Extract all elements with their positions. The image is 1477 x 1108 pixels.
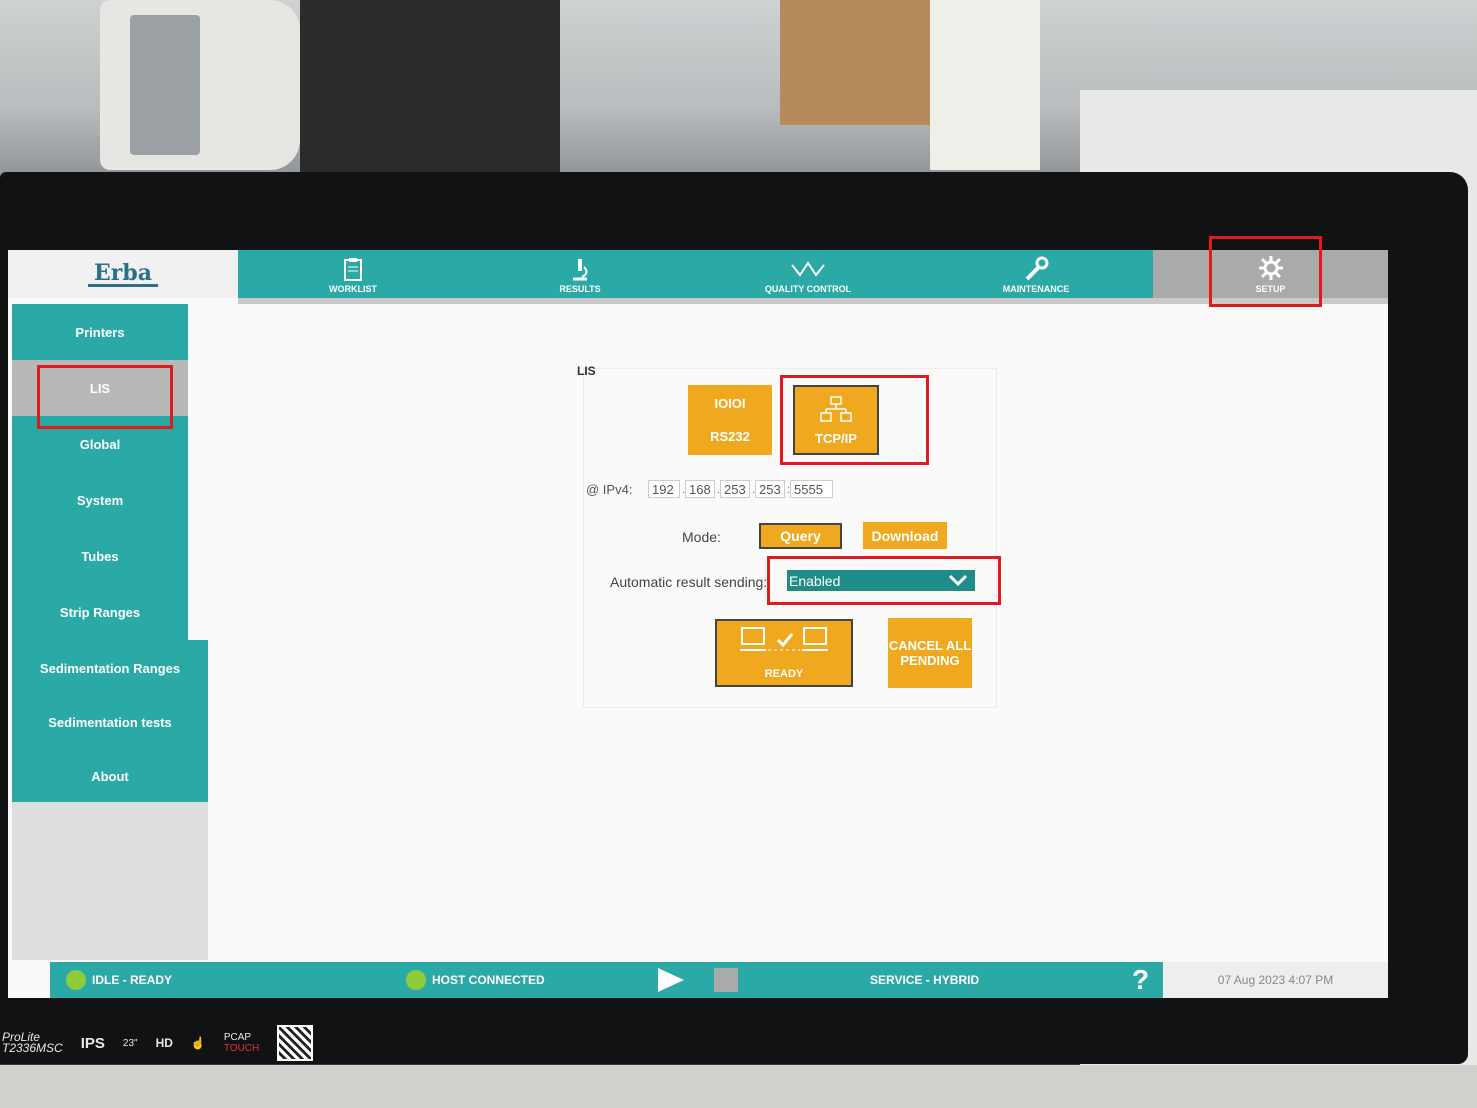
lis-title: LIS bbox=[577, 364, 596, 378]
auto-send-dropdown[interactable]: Enabled bbox=[787, 570, 975, 591]
tcp-ip-button[interactable]: TCP/IP bbox=[793, 385, 879, 455]
sidebar-item-strip-ranges[interactable]: Strip Ranges bbox=[12, 584, 188, 640]
ready-button[interactable]: READY bbox=[715, 619, 853, 687]
idle-status-label: IDLE - READY bbox=[92, 973, 173, 987]
chevron-down-icon bbox=[948, 574, 968, 587]
background-desk bbox=[0, 1065, 1477, 1108]
monitor-model: ProLite T2336MSC bbox=[2, 1030, 63, 1055]
app-screen: Erba WORKLIST RESULTS QUALITY CONTROL MA… bbox=[8, 250, 1388, 998]
size-label: 23" bbox=[122, 1037, 138, 1049]
nav-setup-label: SETUP bbox=[1255, 284, 1286, 294]
top-nav-bar: Erba WORKLIST RESULTS QUALITY CONTROL MA… bbox=[8, 250, 1388, 298]
service-mode: SERVICE - HYBRID bbox=[870, 973, 980, 987]
gear-icon bbox=[1258, 256, 1283, 280]
setup-sidebar: Printers LIS Global System Tubes Strip R… bbox=[12, 302, 208, 804]
wrench-icon bbox=[1025, 256, 1049, 281]
topbar-divider bbox=[238, 298, 1388, 304]
mode-query-button[interactable]: Query bbox=[759, 523, 842, 549]
rs232-button[interactable]: IOIOI RS232 bbox=[688, 385, 772, 455]
nav-worklist[interactable]: WORKLIST bbox=[308, 250, 398, 298]
ready-label: READY bbox=[764, 668, 804, 680]
auto-send-label: Automatic result sending: bbox=[610, 574, 768, 590]
nav-setup-area: SETUP bbox=[1153, 250, 1388, 298]
help-button[interactable]: ? bbox=[1132, 962, 1149, 998]
mode-download-button[interactable]: Download bbox=[863, 522, 947, 549]
nav-results-label: RESULTS bbox=[559, 284, 601, 294]
cancel-label-line-2: PENDING bbox=[900, 653, 960, 668]
ipv4-label: @ IPv4: bbox=[586, 482, 633, 497]
ipv4-octet-2[interactable]: 168 bbox=[685, 480, 715, 498]
date-time: 07 Aug 2023 4:07 PM bbox=[1163, 962, 1388, 998]
play-icon[interactable] bbox=[656, 967, 686, 993]
stop-icon[interactable] bbox=[714, 968, 738, 992]
sidebar-item-lis[interactable]: LIS bbox=[12, 360, 188, 416]
sidebar-item-sedimentation-ranges[interactable]: Sedimentation Ranges bbox=[12, 640, 208, 696]
idle-status: IDLE - READY bbox=[66, 962, 172, 998]
background-analyzer bbox=[100, 0, 300, 170]
status-bar: IDLE - READY HOST CONNECTED SERVICE - HY… bbox=[50, 962, 1388, 998]
ipv4-octet-3[interactable]: 253 bbox=[720, 480, 750, 498]
sidebar-item-global[interactable]: Global bbox=[12, 416, 188, 472]
host-status-label: HOST CONNECTED bbox=[432, 973, 545, 987]
nav-quality-control-label: QUALITY CONTROL bbox=[764, 284, 852, 294]
sidebar-item-about[interactable]: About bbox=[12, 748, 208, 804]
erba-logo: Erba bbox=[8, 250, 238, 298]
tcp-ip-label: TCP/IP bbox=[815, 430, 857, 446]
pcap-touch-logo: PCAP TOUCH bbox=[223, 1032, 260, 1054]
clipboard-icon bbox=[344, 258, 362, 281]
network-icon bbox=[820, 395, 852, 422]
status-dot-icon bbox=[66, 970, 86, 990]
nav-setup[interactable]: SETUP bbox=[1238, 250, 1303, 298]
nav-worklist-label: WORKLIST bbox=[329, 284, 377, 294]
ipv4-octet-4[interactable]: 253 bbox=[755, 480, 785, 498]
cancel-all-pending-button[interactable]: CANCEL ALL PENDING bbox=[888, 618, 972, 688]
ipv4-octet-1[interactable]: 192 bbox=[648, 480, 680, 498]
nav-maintenance-label: MAINTENANCE bbox=[1002, 284, 1070, 294]
microscope-icon bbox=[573, 259, 588, 281]
monitor-logos: ProLite T2336MSC IPS 23" HD ☝ PCAP TOUCH bbox=[0, 1024, 432, 1062]
touch-icon: ☝ bbox=[190, 1036, 206, 1050]
background-shelf bbox=[930, 0, 1040, 170]
computers-connected-icon bbox=[740, 627, 828, 651]
rs232-icon: IOIOI bbox=[714, 396, 746, 411]
hd-logo: HD bbox=[155, 1036, 173, 1050]
host-status: HOST CONNECTED bbox=[406, 962, 545, 998]
nav-maintenance[interactable]: MAINTENANCE bbox=[986, 250, 1086, 298]
mode-label: Mode: bbox=[682, 529, 721, 545]
ips-logo: IPS bbox=[80, 1034, 105, 1052]
sidebar-item-sedimentation-tests[interactable]: Sedimentation tests bbox=[12, 694, 208, 750]
background-machine-interior bbox=[300, 0, 560, 175]
sidebar-empty-area bbox=[12, 802, 208, 960]
rs232-label: RS232 bbox=[710, 429, 750, 444]
sidebar-item-tubes[interactable]: Tubes bbox=[12, 528, 188, 584]
host-dot-icon bbox=[406, 970, 426, 990]
nav-quality-control[interactable]: QUALITY CONTROL bbox=[748, 250, 868, 298]
port-field[interactable]: 5555 bbox=[790, 480, 833, 498]
sidebar-item-system[interactable]: System bbox=[12, 472, 188, 528]
qc-graph-icon bbox=[791, 261, 825, 277]
cancel-label-line-1: CANCEL ALL bbox=[888, 638, 972, 653]
background-cardboard-box bbox=[780, 0, 930, 125]
nav-results[interactable]: RESULTS bbox=[535, 250, 625, 298]
qr-code bbox=[277, 1025, 314, 1061]
sidebar-item-printers[interactable]: Printers bbox=[12, 304, 188, 360]
auto-send-value: Enabled bbox=[789, 572, 841, 589]
